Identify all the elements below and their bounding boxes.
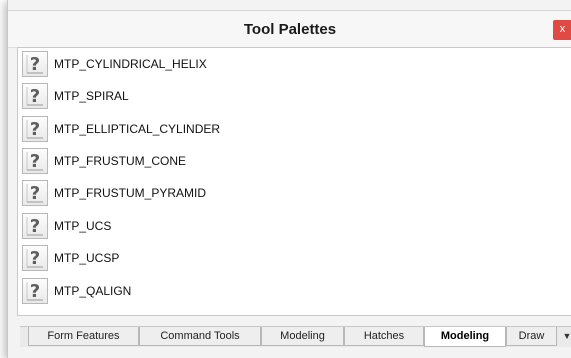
tab-overflow-icon[interactable]: ▼ bbox=[561, 329, 571, 343]
tool-item-mtp-qalign[interactable]: ? MTP_QALIGN bbox=[22, 276, 562, 306]
svg-text:?: ? bbox=[30, 216, 40, 236]
tool-item-mtp-cylindrical-helix[interactable]: ? MTP_CYLINDRICAL_HELIX bbox=[22, 49, 562, 79]
question-mark-icon: ? bbox=[22, 278, 48, 304]
question-mark-icon: ? bbox=[22, 51, 48, 77]
tool-item-mtp-spiral[interactable]: ? MTP_SPIRAL bbox=[22, 81, 562, 111]
question-mark-icon: ? bbox=[22, 213, 48, 239]
svg-text:?: ? bbox=[30, 183, 40, 203]
tab-command-tools[interactable]: Command Tools bbox=[139, 327, 261, 346]
tool-item-mtp-frustum-pyramid[interactable]: ? MTP_FRUSTUM_PYRAMID bbox=[22, 178, 562, 208]
tab-form-features[interactable]: Form Features bbox=[28, 327, 139, 346]
question-mark-icon: ? bbox=[22, 180, 48, 206]
tool-label: MTP_CYLINDRICAL_HELIX bbox=[54, 57, 207, 71]
svg-text:?: ? bbox=[30, 86, 40, 106]
tool-label: MTP_QALIGN bbox=[54, 284, 132, 298]
window-title: Tool Palettes bbox=[243, 21, 337, 38]
tab-draw[interactable]: Draw bbox=[506, 327, 557, 346]
tool-label: MTP_ELLIPTICAL_CYLINDER bbox=[54, 122, 221, 136]
tool-list: ? MTP_CYLINDRICAL_HELIX ? MTP_SPIRAL ? M… bbox=[17, 47, 571, 316]
tool-label: MTP_UCS bbox=[54, 219, 112, 233]
svg-text:?: ? bbox=[30, 151, 40, 171]
tab-modeling-active[interactable]: Modeling bbox=[424, 327, 506, 347]
svg-text:?: ? bbox=[30, 54, 40, 74]
svg-text:?: ? bbox=[30, 119, 40, 139]
tool-label: MTP_SPIRAL bbox=[54, 89, 129, 103]
question-mark-icon: ? bbox=[22, 116, 48, 142]
tool-label: MTP_FRUSTUM_PYRAMID bbox=[54, 186, 207, 200]
question-mark-icon: ? bbox=[22, 83, 48, 109]
question-mark-icon: ? bbox=[22, 245, 48, 271]
title-bar[interactable]: Tool Palettes x bbox=[8, 10, 571, 48]
tool-item-mtp-frustum-cone[interactable]: ? MTP_FRUSTUM_CONE bbox=[22, 146, 562, 176]
tool-item-mtp-ucsp[interactable]: ? MTP_UCSP bbox=[22, 243, 562, 273]
tool-label: MTP_FRUSTUM_CONE bbox=[54, 154, 187, 168]
tool-item-mtp-ucs[interactable]: ? MTP_UCS bbox=[22, 211, 562, 241]
tool-item-mtp-elliptical-cylinder[interactable]: ? MTP_ELLIPTICAL_CYLINDER bbox=[22, 114, 562, 144]
close-button[interactable]: x bbox=[553, 20, 571, 40]
tool-label: MTP_UCSP bbox=[54, 251, 120, 265]
tab-hatches[interactable]: Hatches bbox=[344, 327, 424, 346]
question-mark-icon: ? bbox=[22, 148, 48, 174]
tool-palettes-window: Tool Palettes x ? MTP_CYLINDRICAL_HELIX … bbox=[7, 0, 571, 358]
tab-modeling[interactable]: Modeling bbox=[261, 327, 344, 346]
palette-tab-bar: Form Features Command Tools Modeling Hat… bbox=[20, 326, 571, 347]
svg-text:?: ? bbox=[30, 281, 40, 301]
svg-text:?: ? bbox=[30, 248, 40, 268]
